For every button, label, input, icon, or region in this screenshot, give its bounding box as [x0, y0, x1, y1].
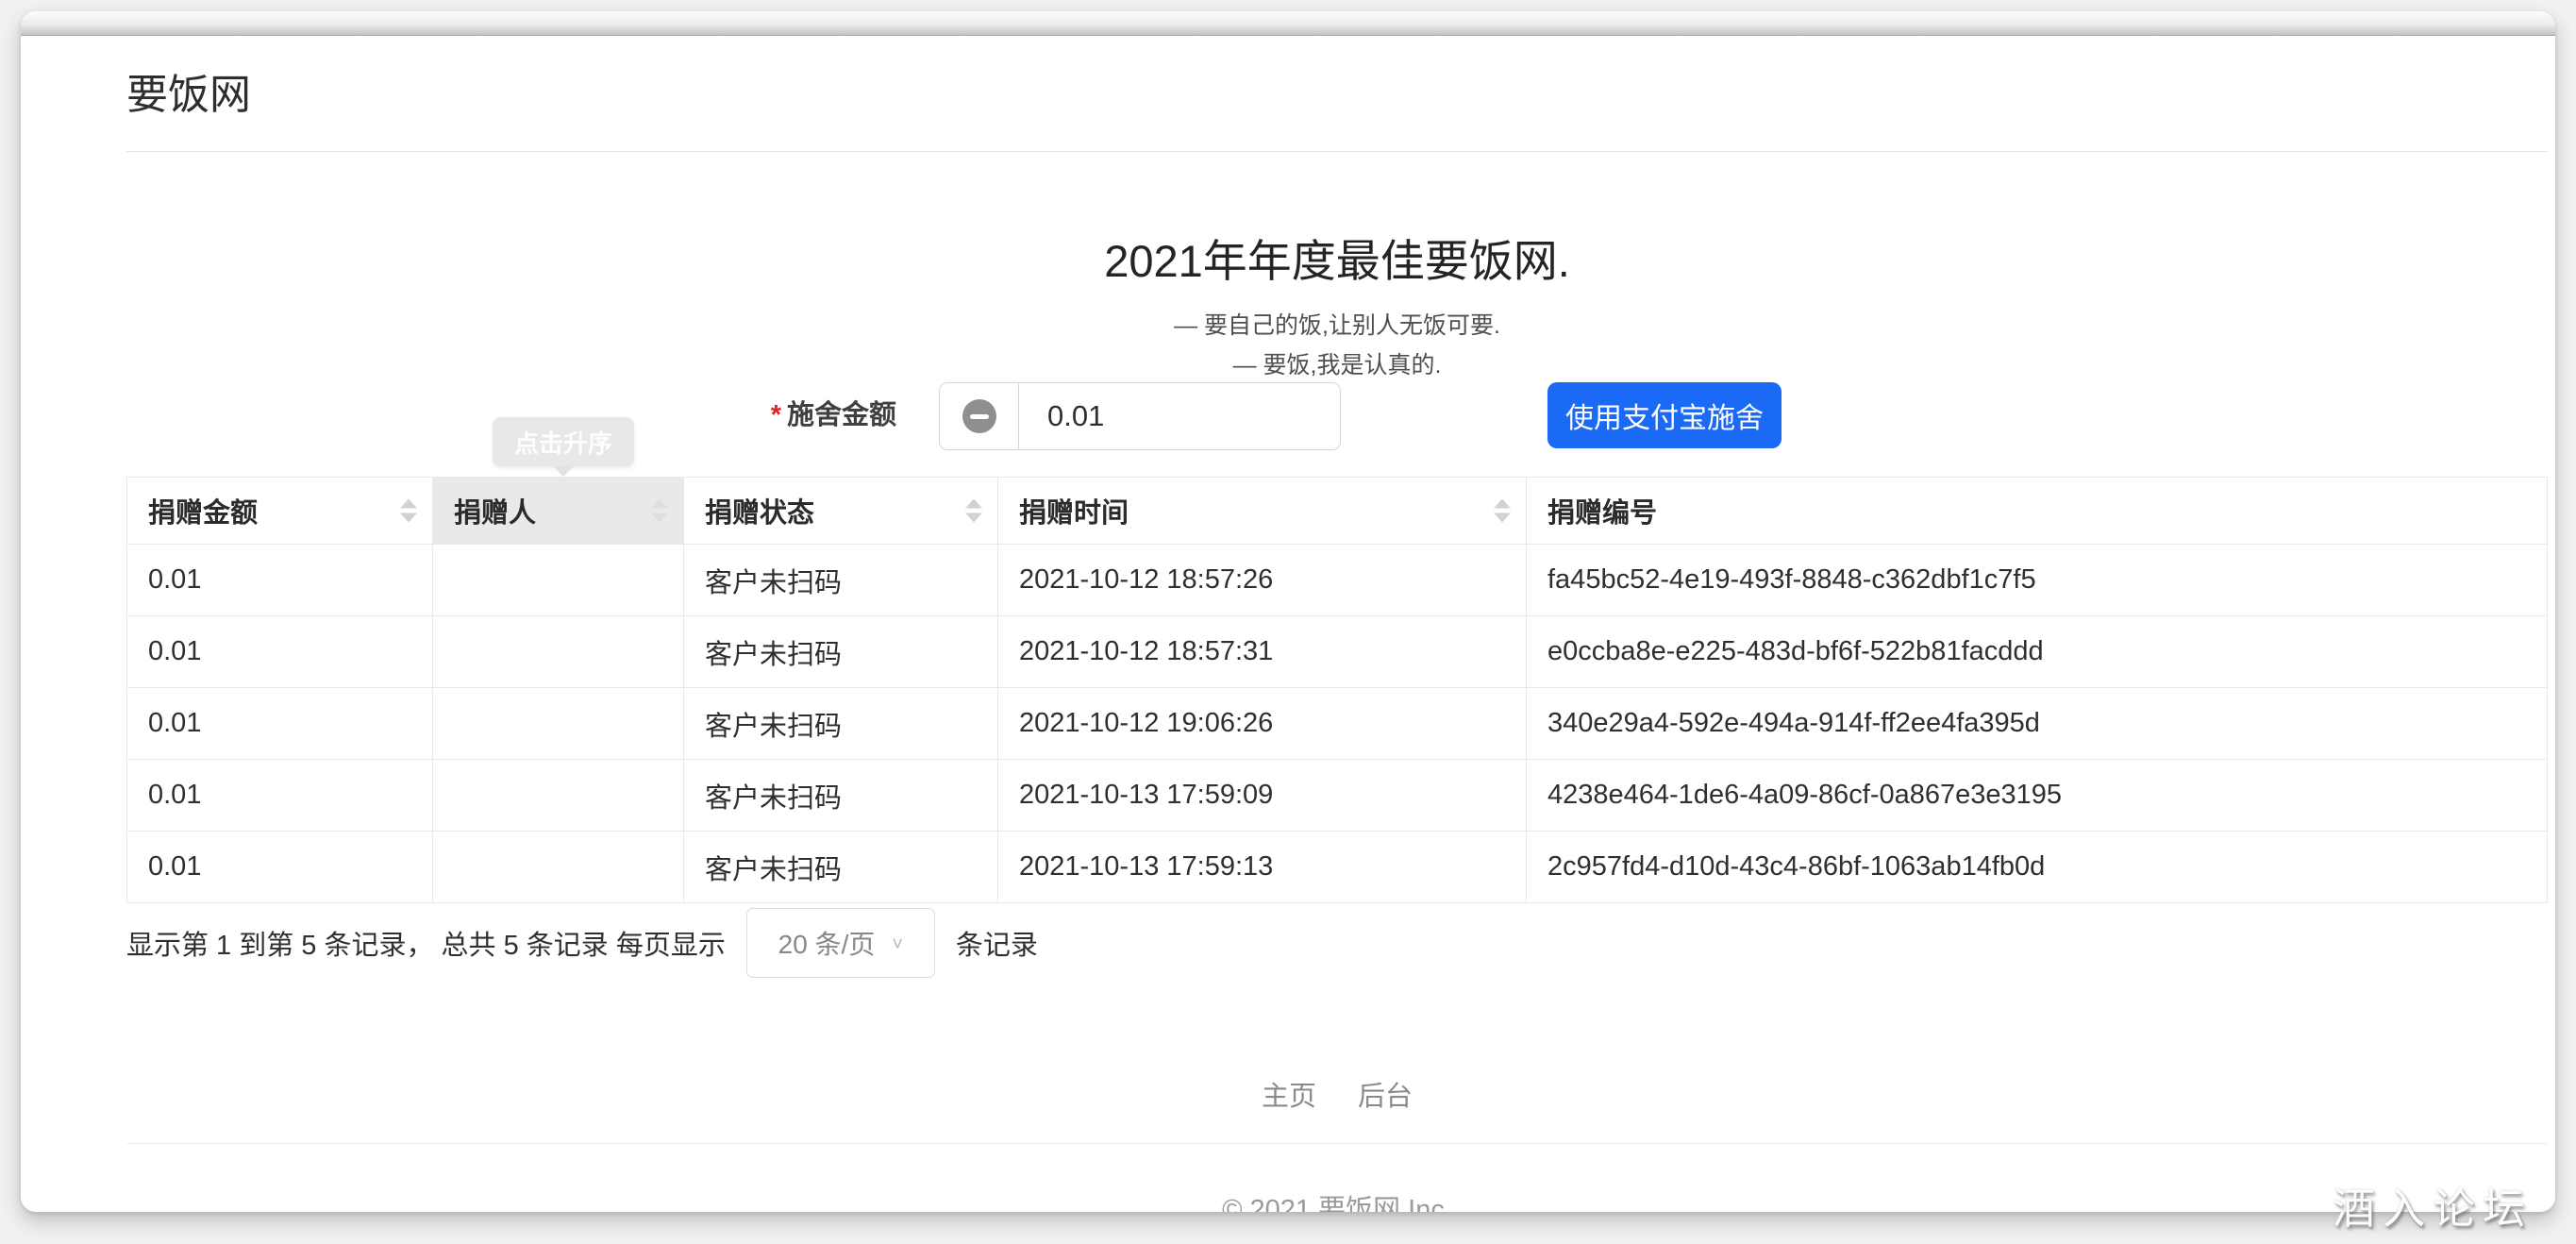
- column-label: 捐赠时间: [1019, 498, 1129, 529]
- table-cell: 2c957fd4-d10d-43c4-86bf-1063ab14fb0d: [1527, 832, 2548, 903]
- site-brand: 要饭网: [126, 60, 251, 121]
- table-body: 0.01客户未扫码2021-10-12 18:57:26fa45bc52-4e1…: [127, 545, 2548, 903]
- table-cell: 0.01: [127, 832, 433, 903]
- page-size-value: 20 条/页: [778, 924, 876, 962]
- pagination: 显示第 1 到第 5 条记录， 总共 5 条记录 每页显示 20 条/页 ˅ 条…: [126, 902, 1038, 983]
- alipay-donate-button[interactable]: 使用支付宝施舍: [1547, 382, 1781, 448]
- copyright: © 2021 要饭网 Inc.: [126, 1187, 2548, 1212]
- sort-icon[interactable]: [400, 499, 417, 523]
- table-cell: 客户未扫码: [684, 616, 998, 688]
- sort-tooltip: 点击升序: [493, 417, 634, 466]
- column-label: 捐赠金额: [148, 498, 258, 529]
- pagination-summary: 显示第 1 到第 5 条记录， 总共 5 条记录 每页显示: [126, 923, 726, 963]
- table-cell: 0.01: [127, 760, 433, 832]
- table-cell: 2021-10-12 19:06:26: [998, 688, 1527, 760]
- table-cell: 客户未扫码: [684, 545, 998, 616]
- hero-title: 2021年年度最佳要饭网.: [126, 225, 2548, 290]
- table-cell: 4238e464-1de6-4a09-86cf-0a867e3e3195: [1527, 760, 2548, 832]
- hero-subtitle-1: — 要自己的饭,让别人无饭可要.: [126, 307, 2548, 341]
- table-row: 0.01 客户未扫码2021-10-13 17:59:094238e464-1de…: [127, 760, 2548, 832]
- window-top-edge: [21, 11, 2555, 36]
- column-label: 捐赠人: [454, 498, 536, 529]
- table-cell: 340e29a4-592e-494a-914f-ff2ee4fa395d: [1527, 688, 2548, 760]
- hero-subtitle-2: — 要饭,我是认真的.: [126, 346, 2548, 380]
- table-cell: 2021-10-13 17:59:13: [998, 832, 1527, 903]
- amount-stepper: [939, 382, 1341, 450]
- column-label: 捐赠编号: [1547, 498, 1657, 529]
- column-header-4[interactable]: 捐赠时间: [998, 478, 1527, 545]
- brand-divider: [126, 151, 2548, 152]
- sort-icon[interactable]: [651, 499, 668, 523]
- table-row: 0.01 客户未扫码2021-10-12 18:57:31e0ccba8e-e22…: [127, 616, 2548, 688]
- column-header-5: 捐赠编号: [1527, 478, 2548, 545]
- footer-link-home[interactable]: 主页: [1262, 1082, 1316, 1112]
- column-header-2[interactable]: 捐赠人: [433, 478, 684, 545]
- column-header-1[interactable]: 捐赠金额: [127, 478, 433, 545]
- table-cell: 客户未扫码: [684, 832, 998, 903]
- column-label: 捐赠状态: [705, 498, 814, 529]
- table-cell: 客户未扫码: [684, 760, 998, 832]
- table-header-row: 捐赠金额 捐赠人 捐赠状态 捐赠时间 捐赠编号: [127, 478, 2548, 545]
- page-size-dropdown[interactable]: 20 条/页 ˅: [746, 908, 935, 978]
- table-cell: e0ccba8e-e225-483d-bf6f-522b81facddd: [1527, 616, 2548, 688]
- column-header-3[interactable]: 捐赠状态: [684, 478, 998, 545]
- amount-label-text: 施舍金额: [787, 400, 896, 430]
- donation-table: 捐赠金额捐赠人捐赠状态捐赠时间捐赠编号 0.01客户未扫码2021-10-12 …: [126, 477, 2548, 903]
- footer-links: 主页 后台: [126, 1074, 2548, 1114]
- pagination-suffix: 条记录: [956, 923, 1038, 963]
- table-row: 0.01 客户未扫码2021-10-12 18:57:26fa45bc52-4e1…: [127, 545, 2548, 616]
- table-cell: [433, 545, 684, 616]
- minus-icon: [962, 399, 996, 433]
- table-cell: [433, 760, 684, 832]
- sort-icon[interactable]: [965, 499, 982, 523]
- sort-icon[interactable]: [1494, 499, 1511, 523]
- decrease-button[interactable]: [940, 383, 1019, 449]
- required-asterisk: *: [771, 400, 781, 430]
- table-cell: fa45bc52-4e19-493f-8848-c362dbf1c7f5: [1527, 545, 2548, 616]
- browser-window: 要饭网 2021年年度最佳要饭网. — 要自己的饭,让别人无饭可要. — 要饭,…: [21, 11, 2555, 1212]
- table-cell: 0.01: [127, 688, 433, 760]
- footer-link-admin[interactable]: 后台: [1358, 1082, 1413, 1112]
- watermark: 酒入论坛: [2333, 1174, 2533, 1236]
- table-cell: 0.01: [127, 616, 433, 688]
- table-cell: 2021-10-12 18:57:31: [998, 616, 1527, 688]
- chevron-down-icon: ˅: [892, 934, 903, 956]
- hero-section: 2021年年度最佳要饭网. — 要自己的饭,让别人无饭可要. — 要饭,我是认真…: [126, 225, 2548, 380]
- table-cell: 客户未扫码: [684, 688, 998, 760]
- table-row: 0.01 客户未扫码2021-10-13 17:59:132c957fd4-d10…: [127, 832, 2548, 903]
- table-cell: [433, 688, 684, 760]
- table-cell: 2021-10-12 18:57:26: [998, 545, 1527, 616]
- sort-tooltip-text: 点击升序: [514, 425, 612, 460]
- table-cell: 2021-10-13 17:59:09: [998, 760, 1527, 832]
- amount-input[interactable]: [1019, 383, 1341, 449]
- footer-divider: [126, 1143, 2548, 1144]
- table-cell: [433, 832, 684, 903]
- table-cell: [433, 616, 684, 688]
- table-row: 0.01 客户未扫码2021-10-12 19:06:26340e29a4-592…: [127, 688, 2548, 760]
- table-cell: 0.01: [127, 545, 433, 616]
